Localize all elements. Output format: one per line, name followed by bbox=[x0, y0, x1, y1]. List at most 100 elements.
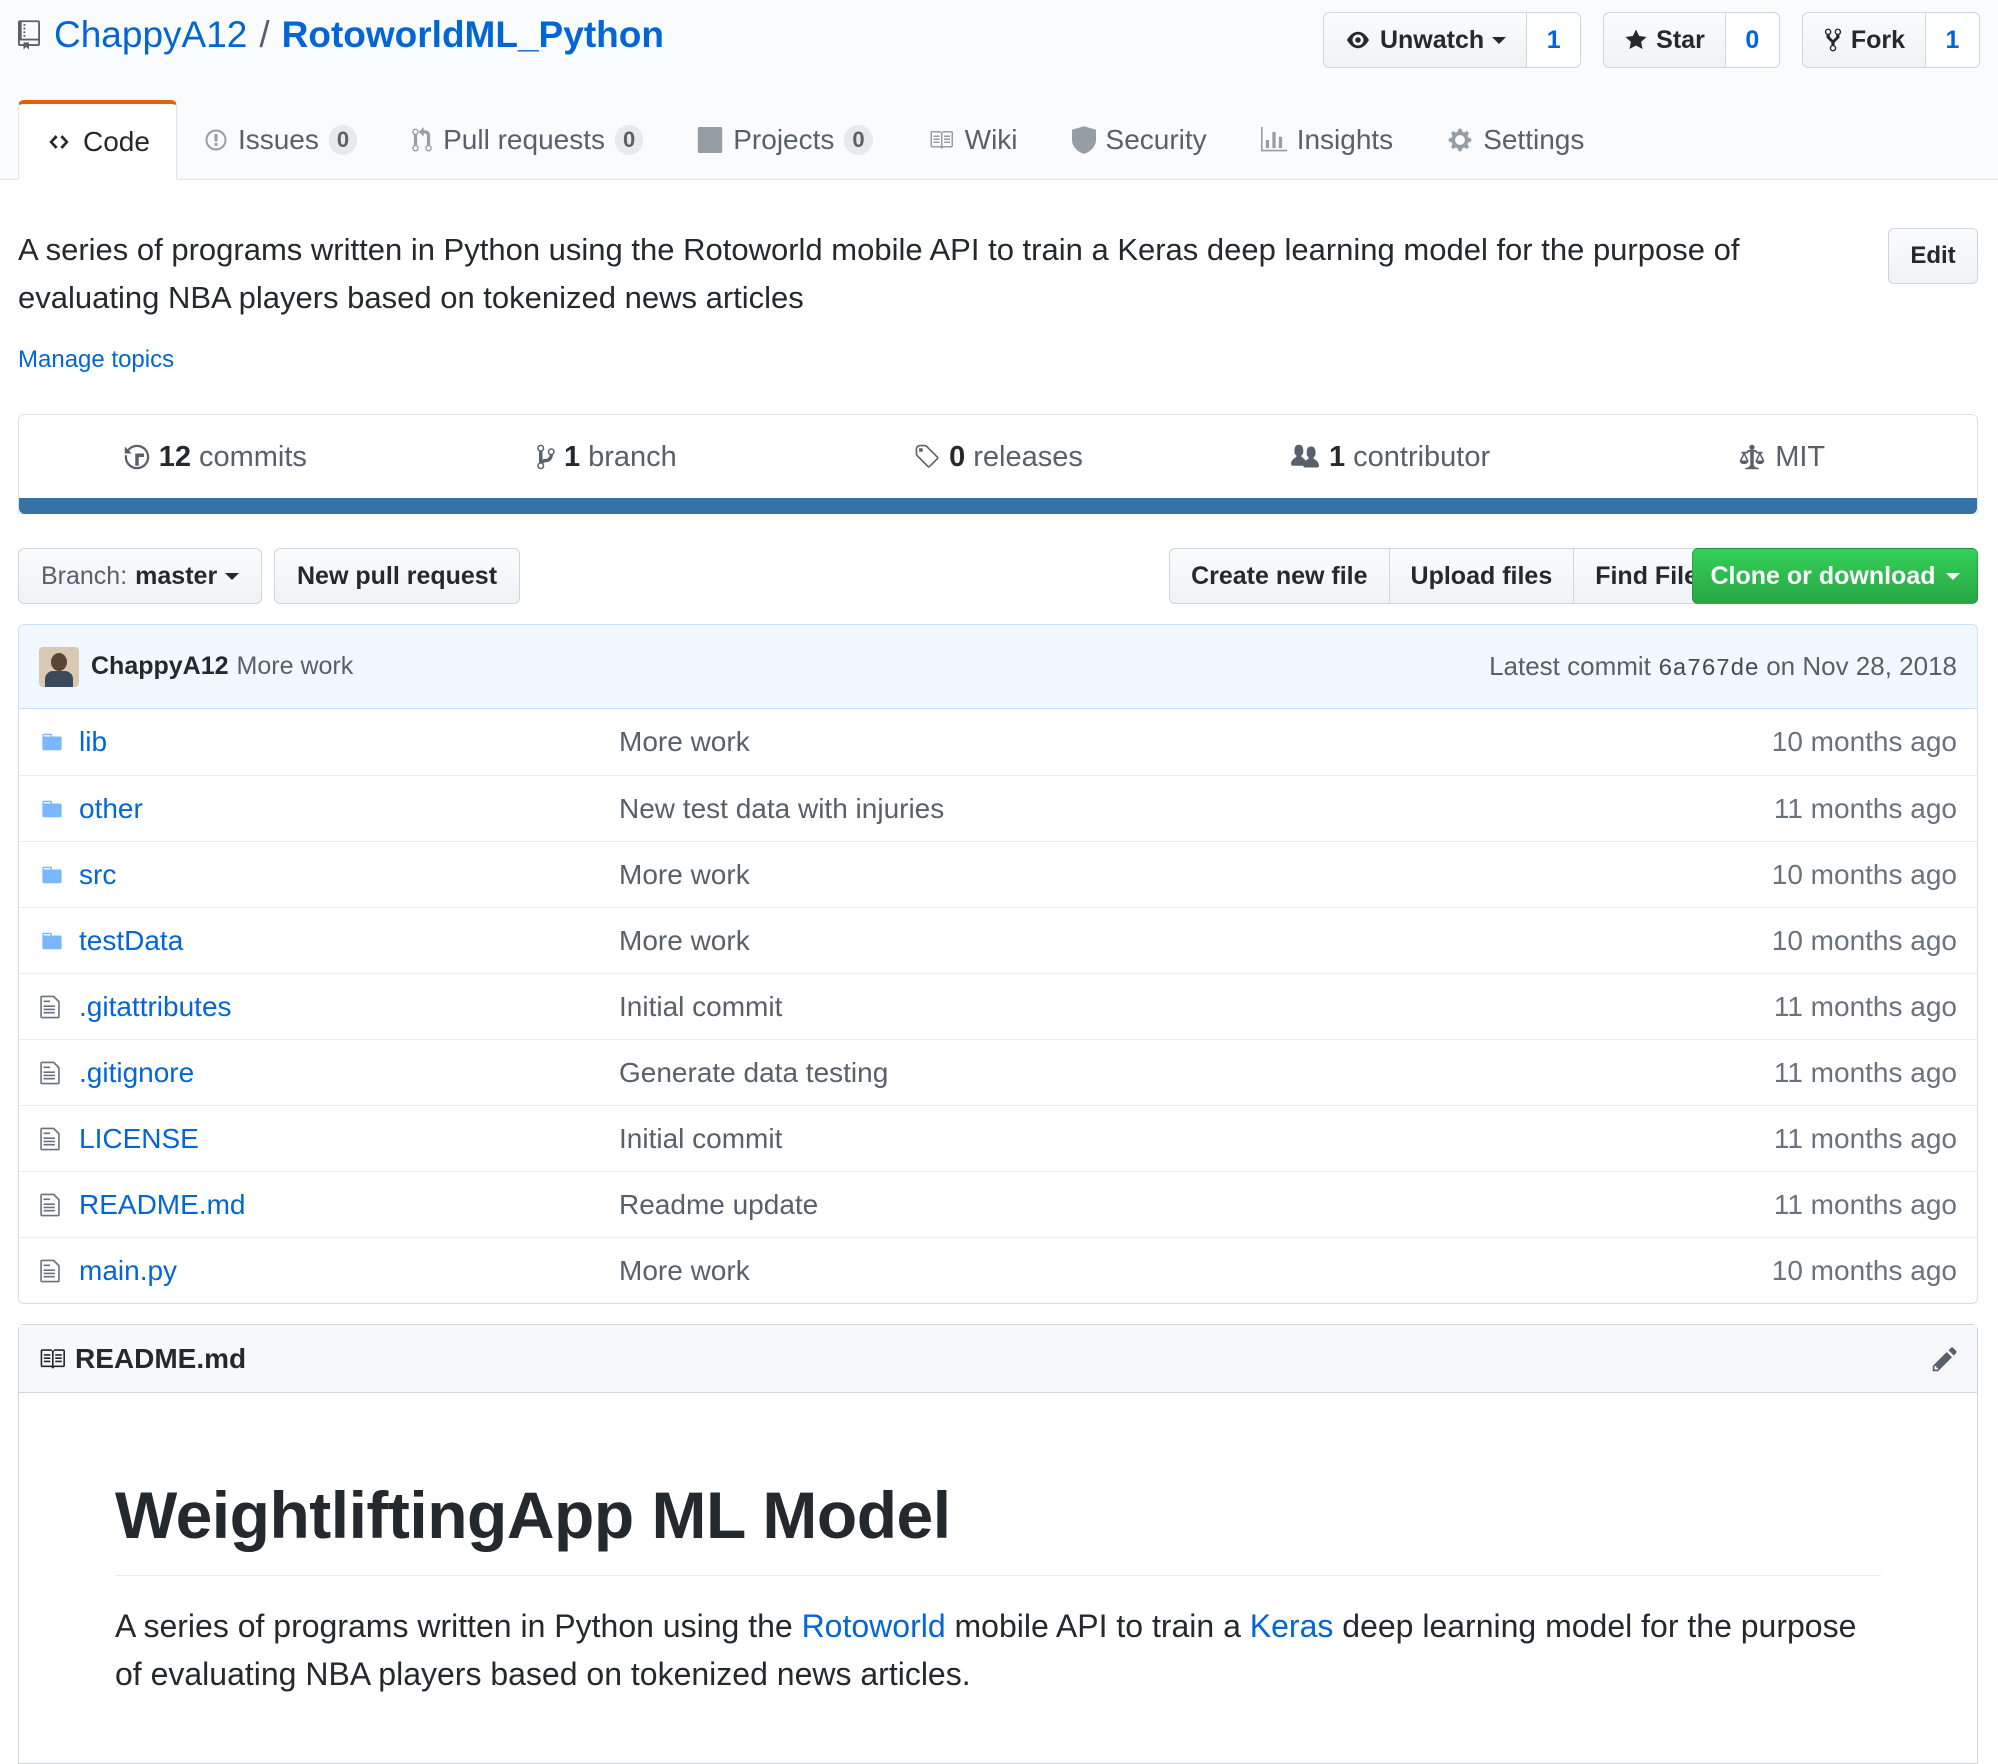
file-browser: ChappyA12 More work Latest commit 6a767d… bbox=[18, 624, 1978, 1304]
watchers-count[interactable]: 1 bbox=[1527, 12, 1582, 68]
file-commit-message-link[interactable]: Generate data testing bbox=[619, 1057, 1774, 1089]
tab-projects[interactable]: Projects 0 bbox=[670, 100, 899, 180]
book-icon bbox=[930, 131, 953, 149]
file-commit-message-link[interactable]: Initial commit bbox=[619, 1123, 1774, 1155]
repo-title: ChappyA12 / RotoworldML_Python bbox=[18, 14, 664, 56]
tab-pull-requests[interactable]: Pull requests 0 bbox=[384, 100, 670, 180]
repo-name-link[interactable]: RotoworldML_Python bbox=[282, 14, 664, 56]
folder-icon bbox=[39, 731, 67, 753]
keras-link[interactable]: Keras bbox=[1250, 1608, 1334, 1644]
branches-link[interactable]: 1 branch bbox=[411, 441, 803, 474]
file-age: 11 months ago bbox=[1773, 1188, 1957, 1220]
gear-icon bbox=[1448, 128, 1472, 152]
license-link[interactable]: MIT bbox=[1585, 441, 1977, 474]
fork-group: Fork 1 bbox=[1801, 12, 1980, 68]
fork-button[interactable]: Fork bbox=[1801, 12, 1926, 68]
license-label: MIT bbox=[1775, 440, 1826, 473]
tab-wiki[interactable]: Wiki bbox=[900, 100, 1045, 180]
stargazers-count[interactable]: 0 bbox=[1725, 12, 1780, 68]
file-commit-message-link[interactable]: More work bbox=[619, 726, 1772, 758]
history-icon bbox=[124, 444, 149, 470]
contributor-count: 1 bbox=[1329, 440, 1346, 473]
branch-select-value: master bbox=[135, 561, 218, 590]
branch-select-label: Branch: bbox=[41, 561, 128, 590]
file-commit-message-link[interactable]: More work bbox=[619, 925, 1772, 957]
create-new-file-button[interactable]: Create new file bbox=[1169, 548, 1390, 604]
branch-select-button[interactable]: Branch: master bbox=[18, 548, 263, 604]
file-commit-message-link[interactable]: New test data with injuries bbox=[619, 793, 1774, 825]
releases-label: releases bbox=[973, 440, 1083, 473]
table-row: README.md Readme update 11 months ago bbox=[19, 1171, 1977, 1237]
file-commit-message-link[interactable]: More work bbox=[619, 859, 1772, 891]
file-name-link[interactable]: other bbox=[79, 793, 619, 825]
file-name-link[interactable]: README.md bbox=[79, 1189, 619, 1221]
file-commit-message-link[interactable]: Readme update bbox=[619, 1189, 1774, 1221]
file-name-link[interactable]: LICENSE bbox=[79, 1123, 619, 1155]
tab-insights-label: Insights bbox=[1296, 124, 1394, 155]
readme-header: README.md bbox=[19, 1325, 1977, 1393]
readme-content: WeightliftingApp ML Model A series of pr… bbox=[19, 1477, 1977, 1698]
file-commit-message-link[interactable]: More work bbox=[619, 1255, 1772, 1287]
clone-label: Clone or download bbox=[1710, 561, 1936, 590]
commit-sha-link[interactable]: 6a767de bbox=[1658, 656, 1759, 683]
new-pull-request-button[interactable]: New pull request bbox=[274, 548, 521, 604]
file-icon bbox=[39, 1060, 67, 1086]
commits-link[interactable]: 12 commits bbox=[19, 441, 411, 474]
readme-paragraph: A series of programs written in Python u… bbox=[115, 1602, 1881, 1698]
contributor-label: contributor bbox=[1353, 440, 1491, 473]
table-row: .gitattributes Initial commit 11 months ag… bbox=[19, 973, 1977, 1039]
readme-heading: WeightliftingApp ML Model bbox=[115, 1477, 1881, 1576]
repo-owner-link[interactable]: ChappyA12 bbox=[54, 14, 247, 56]
tab-pull-requests-label: Pull requests bbox=[443, 124, 605, 155]
star-button[interactable]: Star bbox=[1603, 12, 1726, 68]
book-icon bbox=[40, 1348, 65, 1369]
file-name-link[interactable]: testData bbox=[79, 925, 619, 957]
file-name-link[interactable]: src bbox=[79, 859, 619, 891]
edit-description-button[interactable]: Edit bbox=[1888, 228, 1978, 284]
file-age: 10 months ago bbox=[1771, 1254, 1957, 1286]
tab-code[interactable]: Code bbox=[18, 100, 177, 180]
file-name-link[interactable]: lib bbox=[79, 726, 619, 758]
tab-issues[interactable]: Issues 0 bbox=[177, 100, 384, 180]
caret-down-icon bbox=[1492, 37, 1507, 44]
file-name-link[interactable]: main.py bbox=[79, 1255, 619, 1287]
avatar[interactable] bbox=[39, 646, 79, 687]
tab-security[interactable]: Security bbox=[1045, 100, 1234, 180]
pull-request-icon bbox=[412, 127, 432, 152]
table-row: lib More work 10 months ago bbox=[19, 709, 1977, 775]
commit-message-link[interactable]: More work bbox=[237, 652, 354, 681]
language-bar[interactable] bbox=[19, 498, 1977, 514]
repo-description: A series of programs written in Python u… bbox=[18, 232, 1740, 315]
file-icon bbox=[39, 1258, 67, 1284]
file-age: 11 months ago bbox=[1773, 1056, 1957, 1088]
branch-icon bbox=[537, 444, 555, 470]
rotoworld-link[interactable]: Rotoworld bbox=[802, 1608, 946, 1644]
releases-count: 0 bbox=[949, 440, 966, 473]
upload-files-button[interactable]: Upload files bbox=[1388, 548, 1575, 604]
tab-projects-label: Projects bbox=[733, 124, 835, 155]
file-commit-message-link[interactable]: Initial commit bbox=[619, 991, 1774, 1023]
file-name-link[interactable]: .gitattributes bbox=[79, 991, 619, 1023]
table-row: .gitignore Generate data testing 11 months… bbox=[19, 1039, 1977, 1105]
clone-or-download-button[interactable]: Clone or download bbox=[1692, 548, 1978, 604]
star-group: Star 0 bbox=[1603, 12, 1780, 68]
contributors-link[interactable]: 1 contributor bbox=[1194, 441, 1586, 474]
numbers-summary: 12 commits 1 branch 0 releases 1 contrib… bbox=[19, 415, 1977, 499]
star-icon bbox=[1625, 29, 1647, 49]
manage-topics-link[interactable]: Manage topics bbox=[18, 346, 174, 374]
tab-settings-label: Settings bbox=[1483, 124, 1585, 155]
pencil-icon[interactable] bbox=[1931, 1345, 1959, 1373]
tab-insights[interactable]: Insights bbox=[1234, 100, 1421, 180]
table-row: main.py More work 10 months ago bbox=[19, 1237, 1977, 1303]
unwatch-button[interactable]: Unwatch bbox=[1322, 12, 1528, 68]
commit-author-link[interactable]: ChappyA12 bbox=[91, 652, 229, 681]
file-icon bbox=[39, 994, 67, 1020]
latest-commit-meta: Latest commit 6a767de on Nov 28, 2018 bbox=[1489, 651, 1957, 683]
file-name-link[interactable]: .gitignore bbox=[79, 1057, 619, 1089]
releases-link[interactable]: 0 releases bbox=[802, 441, 1194, 474]
tab-settings[interactable]: Settings bbox=[1420, 100, 1611, 180]
folder-icon bbox=[39, 930, 67, 952]
forks-count[interactable]: 1 bbox=[1926, 12, 1980, 68]
file-actions-group: Create new file Upload files Find File bbox=[1169, 548, 1720, 604]
graph-icon bbox=[1260, 127, 1287, 152]
